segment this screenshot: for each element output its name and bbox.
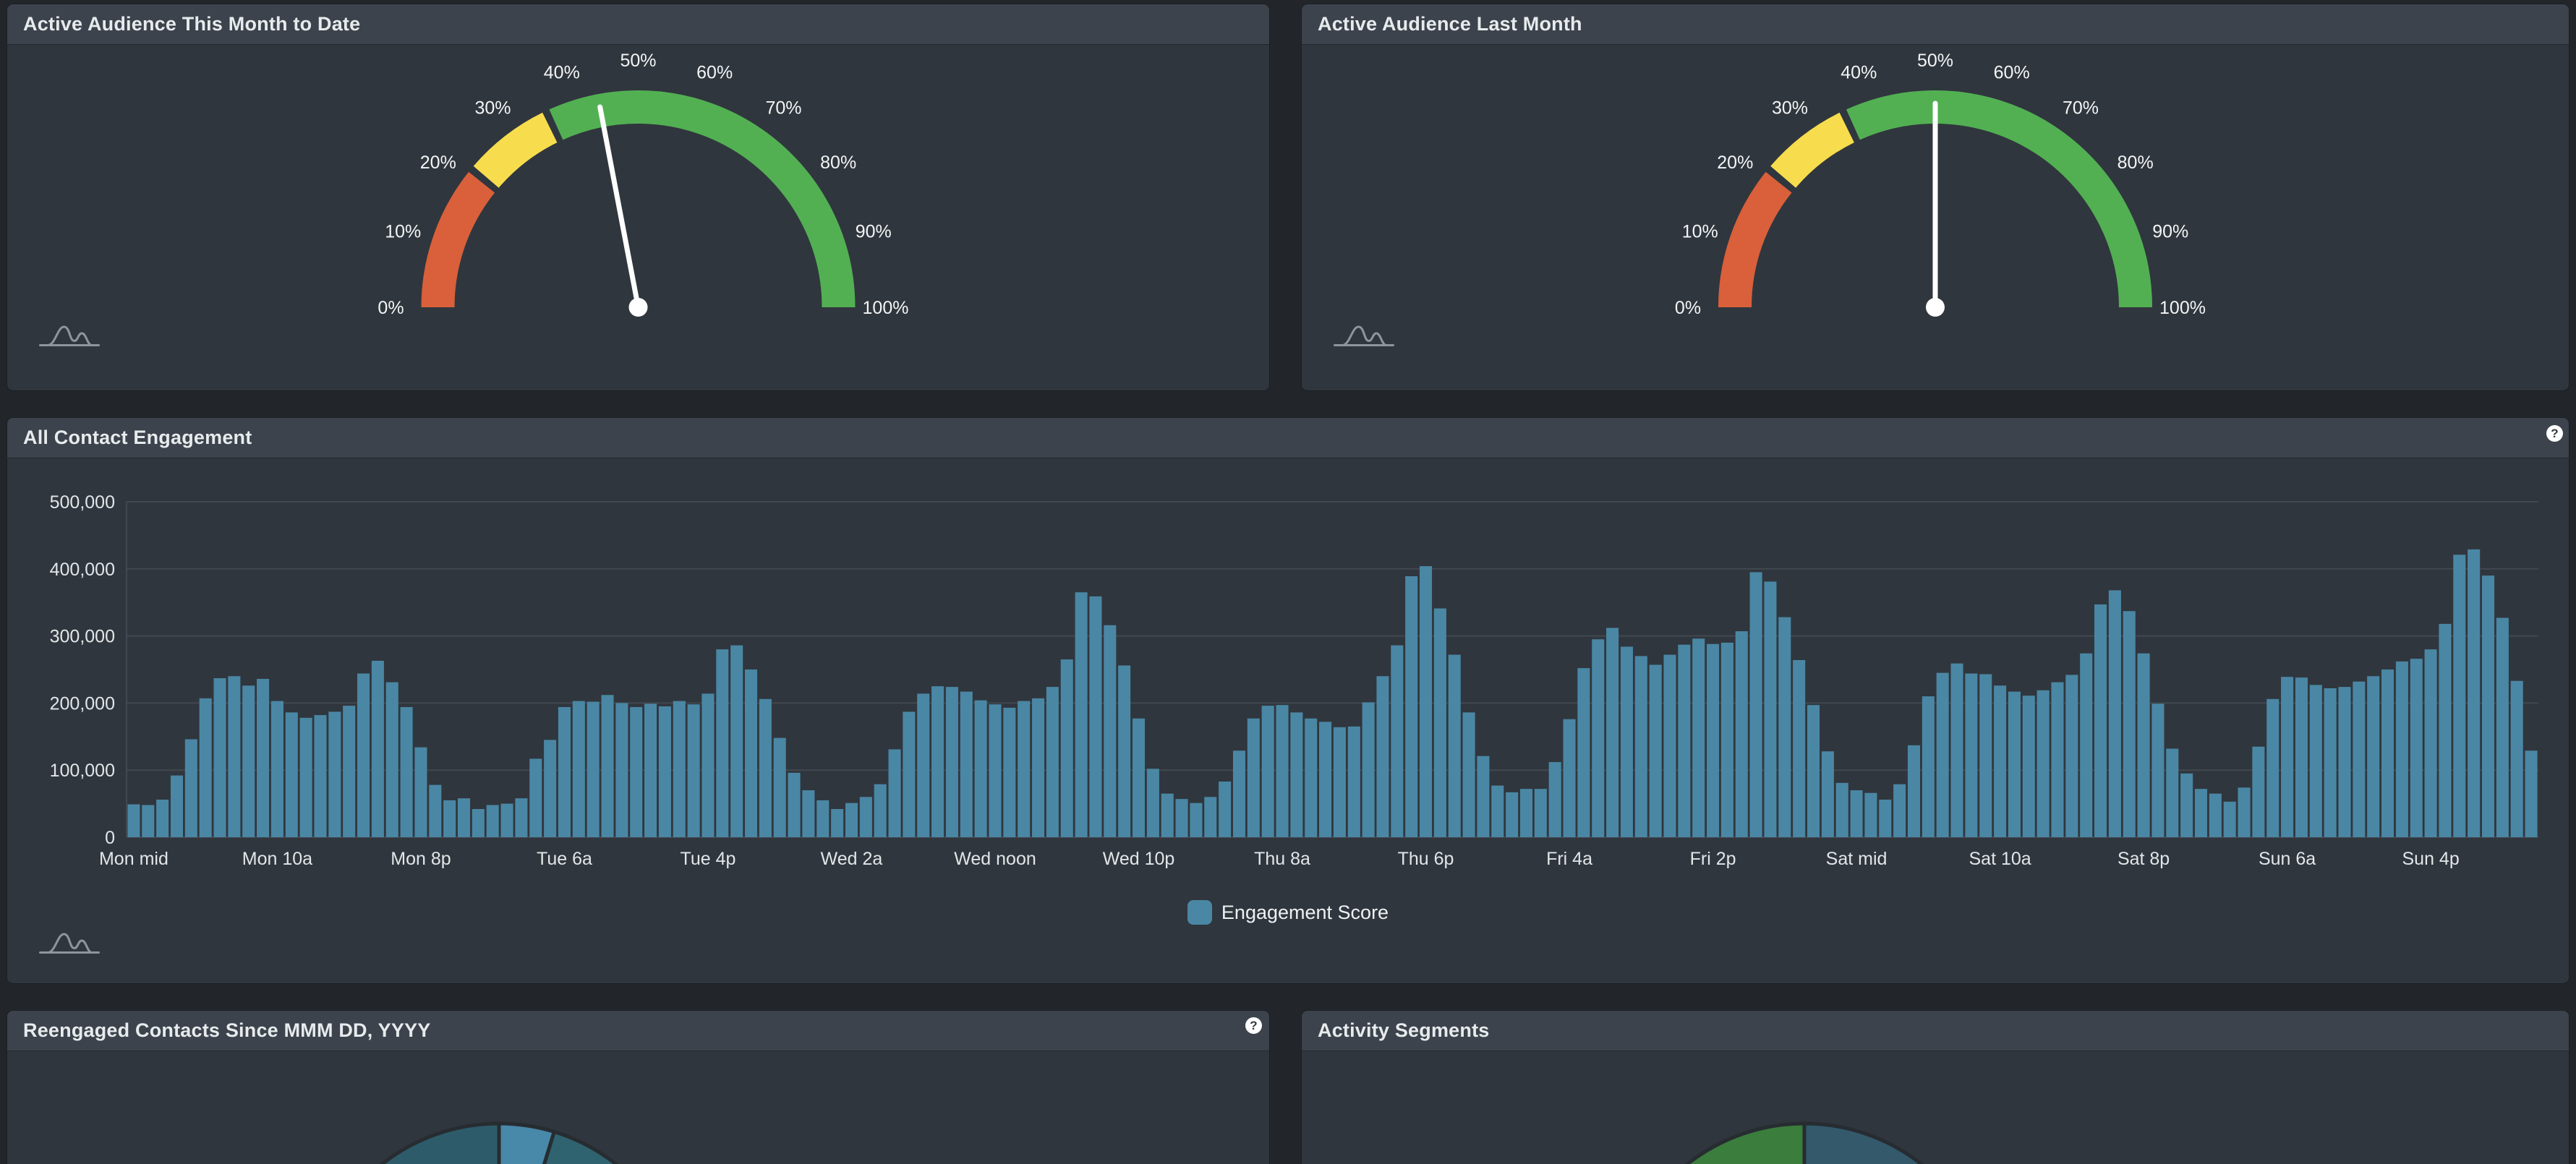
svg-text:Mon 8p: Mon 8p [391, 849, 451, 869]
panel-title: All Contact Engagement [23, 427, 252, 449]
svg-text:Tue 6a: Tue 6a [537, 849, 592, 869]
svg-text:Mon mid: Mon mid [99, 849, 169, 869]
svg-text:10%: 10% [385, 221, 421, 241]
panel-active-audience-last-month: Active Audience Last Month 0% 10% 20% 30% 40… [1302, 4, 2569, 390]
legend-label: Engagement Score [1221, 902, 1389, 924]
panel-active-audience-mtd: Active Audience This Month to Date 0% 10%… [7, 4, 1269, 390]
svg-text:90%: 90% [2152, 221, 2188, 241]
panel-title: Active Audience Last Month [1318, 13, 1582, 35]
svg-text:80%: 80% [2117, 153, 2154, 173]
svg-text:200,000: 200,000 [50, 693, 115, 714]
svg-text:10%: 10% [1682, 221, 1718, 241]
panel-all-contact-engagement: All Contact Engagement ? 0 100,000 200,000… [7, 418, 2569, 983]
help-button[interactable]: ? [2546, 425, 2563, 442]
svg-text:300,000: 300,000 [50, 627, 115, 647]
panel-activity-segments: Activity Segments [1302, 1011, 2569, 1164]
svg-text:60%: 60% [696, 63, 733, 83]
svg-text:0: 0 [105, 828, 115, 848]
svg-text:100,000: 100,000 [50, 761, 115, 781]
svg-text:70%: 70% [2063, 98, 2099, 118]
bar-chart-svg[interactable]: 0 100,000 200,000 300,000 400,000 500,000 Mon … [7, 459, 2569, 893]
svg-text:Fri 4a: Fri 4a [1546, 849, 1592, 869]
panel-body [7, 1052, 1269, 1164]
svg-text:500,000: 500,000 [50, 492, 115, 513]
svg-text:Sat 10a: Sat 10a [1969, 849, 2031, 869]
question-icon: ? [1250, 1019, 1257, 1032]
svg-text:Tue 4p: Tue 4p [681, 849, 736, 869]
question-icon: ? [2551, 427, 2558, 440]
svg-text:Sun 6a: Sun 6a [2259, 849, 2316, 869]
svg-text:40%: 40% [544, 63, 580, 83]
legend-swatch [1187, 900, 1212, 925]
svg-text:80%: 80% [820, 153, 856, 173]
svg-text:0%: 0% [1675, 298, 1701, 318]
svg-text:400,000: 400,000 [50, 560, 115, 580]
panel-header: Active Audience Last Month [1302, 4, 2569, 45]
panel-header: Reengaged Contacts Since MMM DD, YYYY [7, 1011, 1269, 1051]
area-sparkline-icon [35, 320, 104, 351]
svg-text:Mon 10a: Mon 10a [242, 849, 312, 869]
gauge-chart-svg: 0% 10% 20% 30% 40% 50% 60% 70% 80% 90% 100% [1302, 46, 2569, 390]
svg-text:30%: 30% [1772, 98, 1808, 118]
svg-text:Wed noon: Wed noon [954, 849, 1036, 869]
gauge-chart-svg: 0% 10% 20% 30% 40% 50% 60% 70% 80% 90% 100% [7, 46, 1269, 390]
svg-text:60%: 60% [1994, 63, 2030, 83]
svg-text:40%: 40% [1841, 63, 1877, 83]
svg-text:70%: 70% [765, 98, 801, 118]
svg-text:30%: 30% [474, 98, 511, 118]
panel-title: Activity Segments [1318, 1019, 1489, 1042]
svg-text:100%: 100% [2159, 298, 2206, 318]
svg-text:50%: 50% [620, 51, 656, 71]
svg-text:20%: 20% [1717, 153, 1753, 173]
svg-text:Thu 8a: Thu 8a [1254, 849, 1310, 869]
panel-title: Active Audience This Month to Date [23, 13, 360, 35]
svg-text:50%: 50% [1917, 51, 1953, 71]
help-button[interactable]: ? [1245, 1017, 1262, 1034]
svg-text:100%: 100% [863, 298, 909, 318]
area-sparkline-icon [35, 928, 104, 958]
panel-header: Activity Segments [1302, 1011, 2569, 1051]
svg-text:Thu 6p: Thu 6p [1398, 849, 1454, 869]
svg-text:Sat mid: Sat mid [1826, 849, 1888, 869]
panel-body [1302, 1052, 2569, 1164]
svg-text:Wed 10p: Wed 10p [1103, 849, 1175, 869]
area-sparkline-icon [1329, 320, 1399, 351]
dashboard-root: Active Audience This Month to Date 0% 10%… [0, 0, 2576, 1164]
chart-legend: Engagement Score [7, 900, 2569, 925]
panel-body: 0% 10% 20% 30% 40% 50% 60% 70% 80% 90% 100% [1302, 46, 2569, 390]
panel-body: 0 100,000 200,000 300,000 400,000 500,000 Mon … [7, 459, 2569, 983]
svg-text:Sun 4p: Sun 4p [2402, 849, 2459, 869]
panel-reengaged-contacts: Reengaged Contacts Since MMM DD, YYYY ? [7, 1011, 1269, 1164]
pie-chart-svg[interactable] [1302, 1052, 2569, 1164]
panel-body: 0% 10% 20% 30% 40% 50% 60% 70% 80% 90% 100% [7, 46, 1269, 390]
panel-title: Reengaged Contacts Since MMM DD, YYYY [23, 1019, 431, 1042]
svg-text:20%: 20% [420, 153, 456, 173]
svg-text:0%: 0% [378, 298, 404, 318]
panel-header: All Contact Engagement [7, 418, 2569, 458]
pie-chart-svg[interactable] [7, 1052, 1269, 1164]
svg-text:Sat 8p: Sat 8p [2117, 849, 2170, 869]
panel-header: Active Audience This Month to Date [7, 4, 1269, 45]
svg-text:Fri 2p: Fri 2p [1690, 849, 1736, 869]
svg-text:90%: 90% [856, 221, 892, 241]
svg-text:Wed 2a: Wed 2a [821, 849, 883, 869]
